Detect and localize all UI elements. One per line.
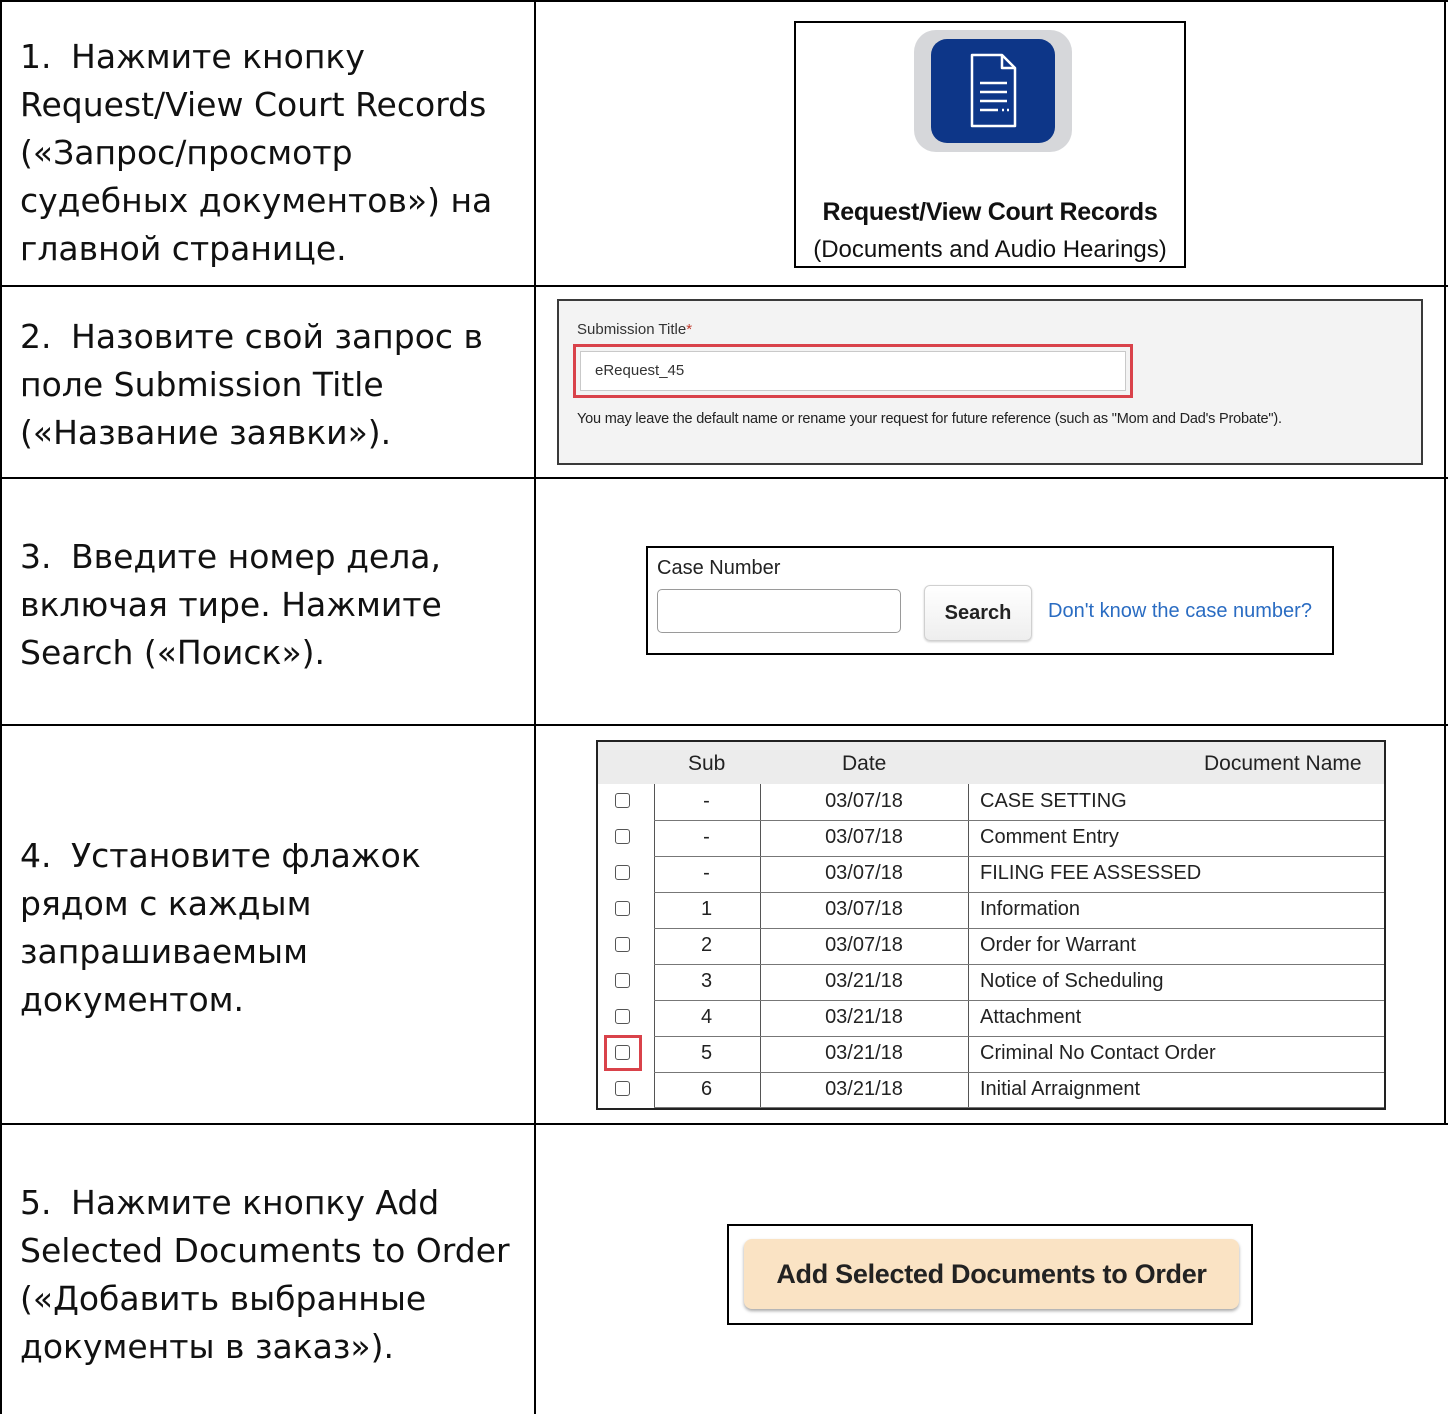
row-checkbox[interactable] — [615, 865, 630, 880]
document-icon — [931, 39, 1055, 143]
row-checkbox[interactable] — [615, 829, 630, 844]
tile-title: Request/View Court Records — [822, 198, 1158, 226]
table-row: - 03/07/18 CASE SETTING — [598, 784, 1384, 820]
request-view-court-records-tile[interactable]: Request/View Court Records (Documents an… — [794, 21, 1186, 268]
table-border-left — [0, 0, 2, 1414]
submission-title-panel: Submission Title* eRequest_45 You may le… — [557, 299, 1423, 465]
row-divider-4 — [0, 1123, 1448, 1125]
column-divider — [534, 0, 536, 1414]
row-checkbox[interactable] — [615, 973, 630, 988]
case-number-panel: Case Number Search Don't know the case n… — [646, 546, 1334, 655]
row-checkbox[interactable] — [615, 793, 630, 808]
step-3-text: 3. Введите номер дела, включая тире. Нажм… — [20, 537, 442, 672]
header-date: Date — [842, 752, 887, 775]
grid-line — [654, 1107, 1384, 1108]
submission-title-label: Submission Title* — [577, 321, 693, 338]
add-documents-panel: Add Selected Documents to Order — [727, 1224, 1253, 1325]
document-table-header: Sub Date Document Name — [598, 742, 1384, 784]
case-number-label: Case Number — [657, 557, 781, 579]
case-number-input[interactable] — [657, 589, 901, 633]
tile-icon-frame — [914, 30, 1072, 152]
table-row: 5 03/21/18 Criminal No Contact Order — [598, 1036, 1384, 1072]
document-table: Sub Date Document Name - 03/07/18 CASE S… — [596, 740, 1386, 1110]
row-checkbox[interactable] — [615, 1009, 630, 1024]
table-row: - 03/07/18 FILING FEE ASSESSED — [598, 856, 1384, 892]
table-row: 1 03/07/18 Information — [598, 892, 1384, 928]
table-row: 6 03/21/18 Initial Arraignment — [598, 1072, 1384, 1108]
add-selected-documents-button[interactable]: Add Selected Documents to Order — [744, 1239, 1239, 1309]
tile-subtitle: (Documents and Audio Hearings) — [813, 236, 1167, 263]
step-2-text: 2. Назовите свой запрос в поле Submission… — [20, 317, 483, 452]
step-4-text: 4. Установите флажок рядом с каждым запра… — [20, 836, 421, 1019]
header-document-name: Document Name — [1204, 752, 1362, 775]
row-divider-1 — [0, 285, 1448, 287]
table-row: - 03/07/18 Comment Entry — [598, 820, 1384, 856]
required-marker: * — [686, 321, 693, 338]
header-sub: Sub — [688, 752, 726, 775]
row-divider-3 — [0, 724, 1448, 726]
submission-title-help: You may leave the default name or rename… — [577, 411, 1282, 427]
step-5-text: 5. Нажмите кнопку Add Selected Documents … — [20, 1183, 510, 1366]
row-checkbox[interactable] — [615, 1081, 630, 1096]
step-1-text: 1. Нажмите кнопку Request/View Court Reco… — [20, 37, 493, 268]
row-checkbox[interactable] — [615, 901, 630, 916]
table-row: 2 03/07/18 Order for Warrant — [598, 928, 1384, 964]
table-border-right — [1444, 0, 1446, 1123]
table-row: 3 03/21/18 Notice of Scheduling — [598, 964, 1384, 1000]
submission-title-input[interactable]: eRequest_45 — [580, 351, 1126, 391]
table-row: 4 03/21/18 Attachment — [598, 1000, 1384, 1036]
checkbox-highlight — [604, 1035, 642, 1071]
row-divider-2 — [0, 477, 1448, 479]
dont-know-case-number-link[interactable]: Don't know the case number? — [1048, 600, 1312, 623]
instruction-table: 1. Нажмите кнопку Request/View Court Reco… — [0, 0, 1448, 1414]
table-border-top — [0, 0, 1448, 2]
submission-title-highlight: eRequest_45 — [573, 344, 1133, 398]
row-checkbox[interactable] — [615, 937, 630, 952]
search-button[interactable]: Search — [924, 585, 1032, 641]
